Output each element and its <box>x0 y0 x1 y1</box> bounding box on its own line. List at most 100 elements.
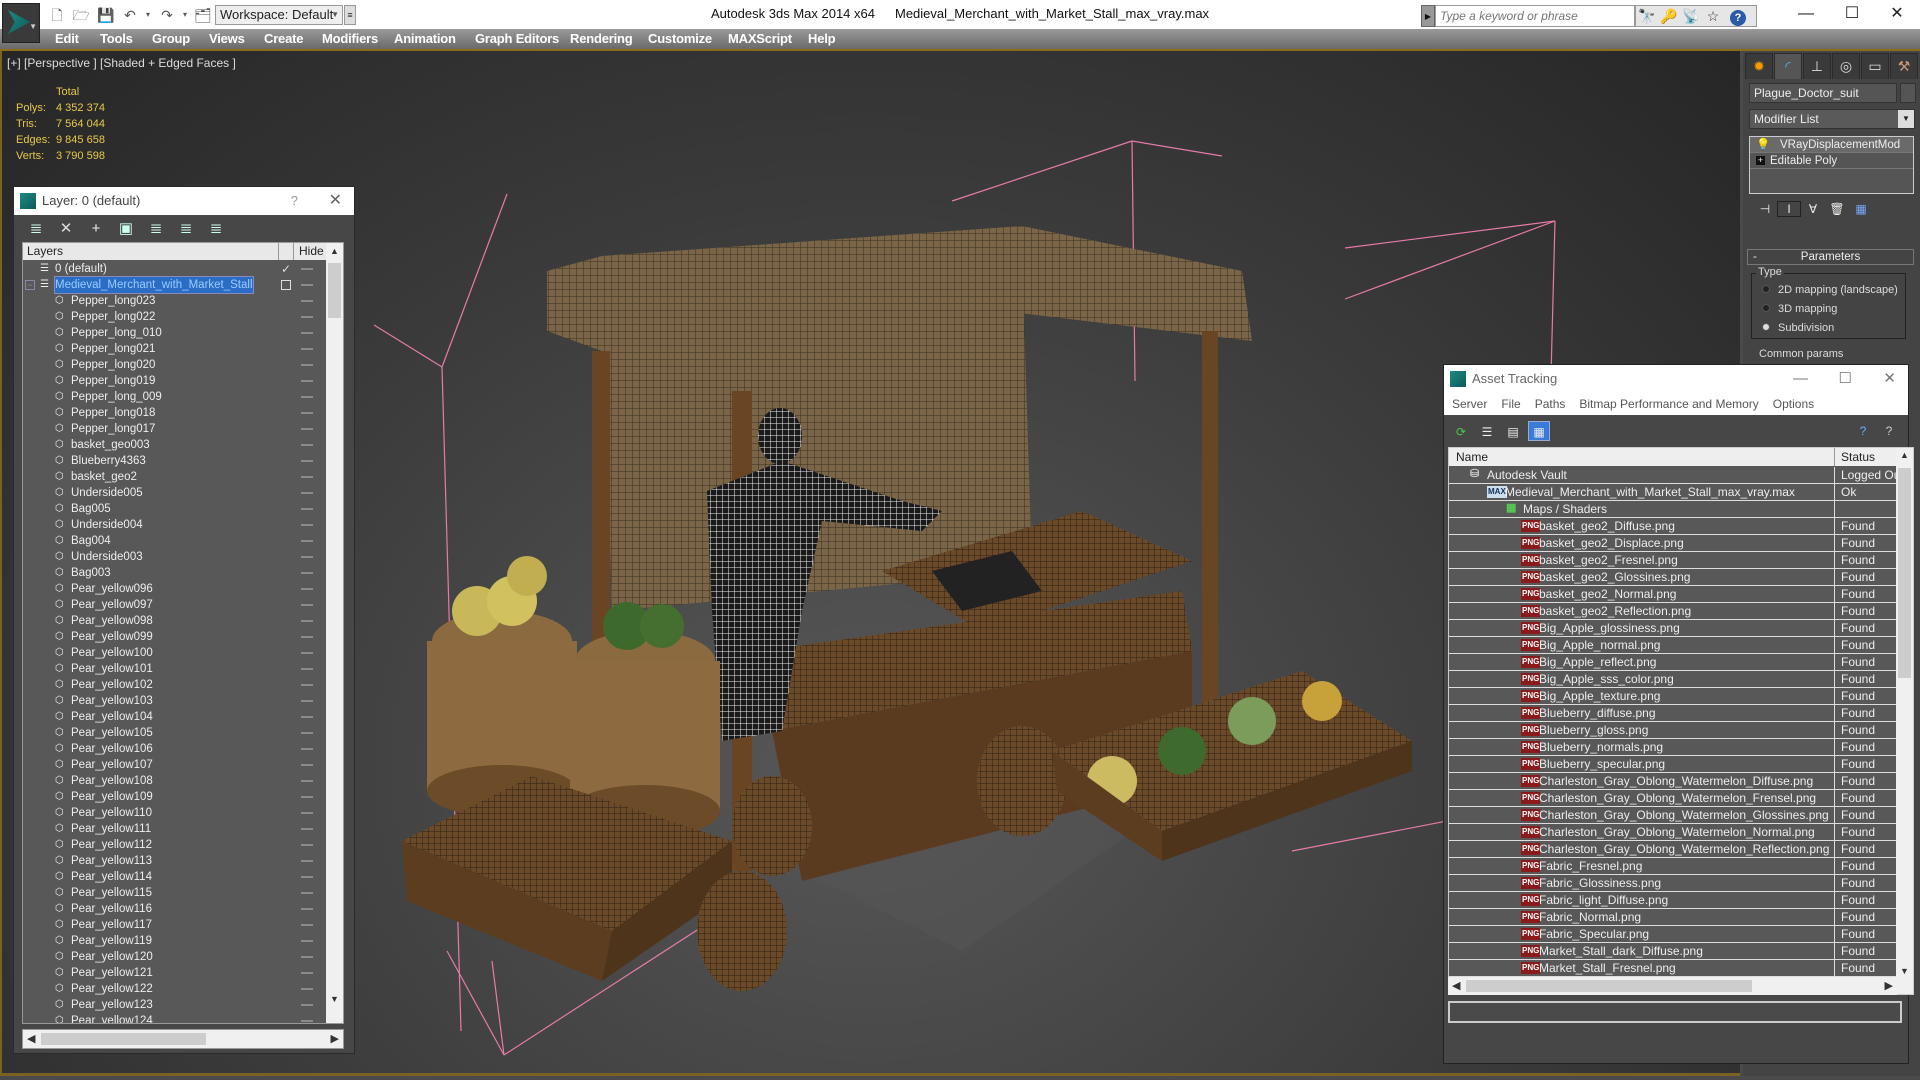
object-row[interactable]: ⬡ Pepper_long019 <box>23 373 326 389</box>
layer-list[interactable]: Layers Hide ☰ 0 (default) ✓ − ☰ Medieval_Merc… <box>22 242 344 1024</box>
asset-row[interactable]: PNG Fabric_Fresnel.png Found <box>1449 858 1898 875</box>
asset-row[interactable]: PNG Big_Apple_glossiness.png Found <box>1449 620 1898 637</box>
asset-row[interactable]: PNG Fabric_Specular.png Found <box>1449 926 1898 943</box>
hide-toggle[interactable] <box>301 284 313 286</box>
thumbnail-view-icon[interactable]: ▤ <box>1502 422 1524 442</box>
scroll-thumb[interactable] <box>41 1033 206 1045</box>
stack-item[interactable]: + Editable Poly <box>1750 153 1913 169</box>
hide-toggle[interactable] <box>301 364 313 366</box>
refresh-icon[interactable]: ⟳ <box>1450 422 1472 442</box>
layer-row[interactable]: − ☰ Medieval_Merchant_with_Market_Stall <box>23 276 326 294</box>
hide-toggle[interactable] <box>301 380 313 382</box>
column-name[interactable]: Name <box>1456 450 1488 464</box>
menu-views[interactable]: Views <box>209 31 245 46</box>
motion-tab-icon[interactable]: ◎ <box>1832 53 1860 79</box>
object-row[interactable]: ⬡ Pear_yellow113 <box>23 853 326 869</box>
object-row[interactable]: ⬡ Pear_yellow098 <box>23 613 326 629</box>
minimize-button[interactable]: — <box>1793 365 1808 393</box>
asset-row[interactable]: PNG Big_Apple_normal.png Found <box>1449 637 1898 654</box>
menu-graph-editors[interactable]: Graph Editors <box>475 31 559 46</box>
asset-list[interactable]: Name Status ⛁ Autodesk Vault Logged Ou MAX M… <box>1448 447 1914 995</box>
star-favorites-icon[interactable]: ☆ <box>1702 6 1724 26</box>
redo-icon[interactable]: ↷ <box>158 6 176 24</box>
hide-toggle[interactable] <box>301 460 313 462</box>
vertical-scrollbar[interactable]: ▲ ▼ <box>326 243 343 1023</box>
key-icon[interactable]: 🔑 <box>1658 6 1680 26</box>
asset-row[interactable]: PNG Market_Stall_dark_Diffuse.png Found <box>1449 943 1898 960</box>
close-button[interactable]: ✕ <box>329 187 342 215</box>
list-view-icon[interactable]: ☰ <box>1476 422 1498 442</box>
asset-row[interactable]: MAX Medieval_Merchant_with_Market_Stall_m… <box>1449 484 1898 501</box>
remove-modifier-icon[interactable]: 🗑 <box>1825 202 1849 216</box>
asset-row[interactable]: PNG Blueberry_gloss.png Found <box>1449 722 1898 739</box>
modifier-stack[interactable]: 💡 VRayDisplacementMod + Editable Poly <box>1749 136 1914 194</box>
vertical-scrollbar[interactable]: ▲ ▼ <box>1896 448 1913 994</box>
object-row[interactable]: ⬡ Pear_yellow116 <box>23 901 326 917</box>
object-row[interactable]: ⬡ Pear_yellow124 <box>23 1013 326 1023</box>
menu-create[interactable]: Create <box>264 31 303 46</box>
delete-layer-icon[interactable]: ✕ <box>54 219 78 237</box>
hide-toggle[interactable] <box>301 300 313 302</box>
menu-options[interactable]: Options <box>1773 397 1814 411</box>
hide-toggle[interactable] <box>301 924 313 926</box>
asset-row[interactable]: PNG basket_geo2_Displace.png Found <box>1449 535 1898 552</box>
hide-toggle[interactable] <box>301 332 313 334</box>
object-row[interactable]: ⬡ Bag005 <box>23 501 326 517</box>
checkmark-icon[interactable]: ✓ <box>281 261 291 277</box>
maximize-button[interactable]: ☐ <box>1839 365 1852 393</box>
project-folder-icon[interactable]: 🗂 <box>194 6 212 24</box>
redo-dropdown-icon[interactable]: ▾ <box>176 6 194 24</box>
hide-toggle[interactable] <box>301 476 313 478</box>
modify-tab-icon[interactable]: ◜ <box>1774 53 1802 79</box>
hide-toggle[interactable] <box>301 268 313 270</box>
hide-toggle[interactable] <box>301 604 313 606</box>
menu-file[interactable]: File <box>1501 397 1520 411</box>
hierarchy-tab-icon[interactable]: ⊥ <box>1803 53 1831 79</box>
object-row[interactable]: ⬡ basket_geo2 <box>23 469 326 485</box>
object-row[interactable]: ⬡ Pear_yellow122 <box>23 981 326 997</box>
object-row[interactable]: ⬡ Underside003 <box>23 549 326 565</box>
current-layer-checkbox[interactable] <box>281 280 291 290</box>
hide-toggle[interactable] <box>301 588 313 590</box>
hide-toggle[interactable] <box>301 700 313 702</box>
asset-row[interactable]: PNG basket_geo2_Fresnel.png Found <box>1449 552 1898 569</box>
object-row[interactable]: ⬡ Bag004 <box>23 533 326 549</box>
radio-2d-mapping[interactable]: 2D mapping (landscape) <box>1762 284 1898 296</box>
asset-row[interactable]: PNG basket_geo2_Diffuse.png Found <box>1449 518 1898 535</box>
asset-path-field[interactable] <box>1448 1001 1902 1023</box>
object-row[interactable]: ⬡ Pear_yellow115 <box>23 885 326 901</box>
object-color-swatch[interactable] <box>1900 83 1916 103</box>
menu-modifiers[interactable]: Modifiers <box>322 31 378 46</box>
parameters-rollout[interactable]: - Parameters <box>1747 249 1914 265</box>
hide-toggle[interactable] <box>301 956 313 958</box>
hide-toggle[interactable] <box>301 684 313 686</box>
hide-toggle[interactable] <box>301 748 313 750</box>
hide-toggle[interactable] <box>301 796 313 798</box>
asset-row[interactable]: PNG Blueberry_normals.png Found <box>1449 739 1898 756</box>
asset-row[interactable]: PNG Blueberry_diffuse.png Found <box>1449 705 1898 722</box>
scroll-up-icon[interactable]: ▲ <box>326 243 343 259</box>
object-row[interactable]: ⬡ Pepper_long020 <box>23 357 326 373</box>
menu-maxscript[interactable]: MAXScript <box>728 31 792 46</box>
hide-toggle[interactable] <box>301 396 313 398</box>
object-row[interactable]: ⬡ Pear_yellow101 <box>23 661 326 677</box>
radio-subdivision[interactable]: Subdivision <box>1762 322 1834 334</box>
object-row[interactable]: ⬡ Blueberry4363 <box>23 453 326 469</box>
hide-toggle[interactable] <box>301 524 313 526</box>
hide-toggle[interactable] <box>301 940 313 942</box>
hide-toggle[interactable] <box>301 716 313 718</box>
binoculars-search-icon[interactable]: 🔭 <box>1636 6 1658 26</box>
hide-toggle[interactable] <box>301 316 313 318</box>
hide-toggle[interactable] <box>301 508 313 510</box>
asset-row[interactable]: PNG Charleston_Gray_Oblong_Watermelon_Ref… <box>1449 841 1898 858</box>
hide-toggle[interactable] <box>301 636 313 638</box>
column-hide[interactable]: Hide <box>299 244 324 258</box>
scroll-right-icon[interactable]: ▶ <box>1885 979 1893 992</box>
object-row[interactable]: ⬡ Pepper_long_009 <box>23 389 326 405</box>
hide-toggle[interactable] <box>301 572 313 574</box>
scroll-right-icon[interactable]: ▶ <box>331 1032 339 1045</box>
asset-row[interactable]: ▦ Maps / Shaders <box>1449 501 1898 518</box>
object-name-field[interactable]: Plague_Doctor_suit <box>1749 83 1897 103</box>
app-menu-button[interactable]: ▼ <box>2 3 40 43</box>
satellite-dish-icon[interactable]: 📡 <box>1680 6 1702 26</box>
